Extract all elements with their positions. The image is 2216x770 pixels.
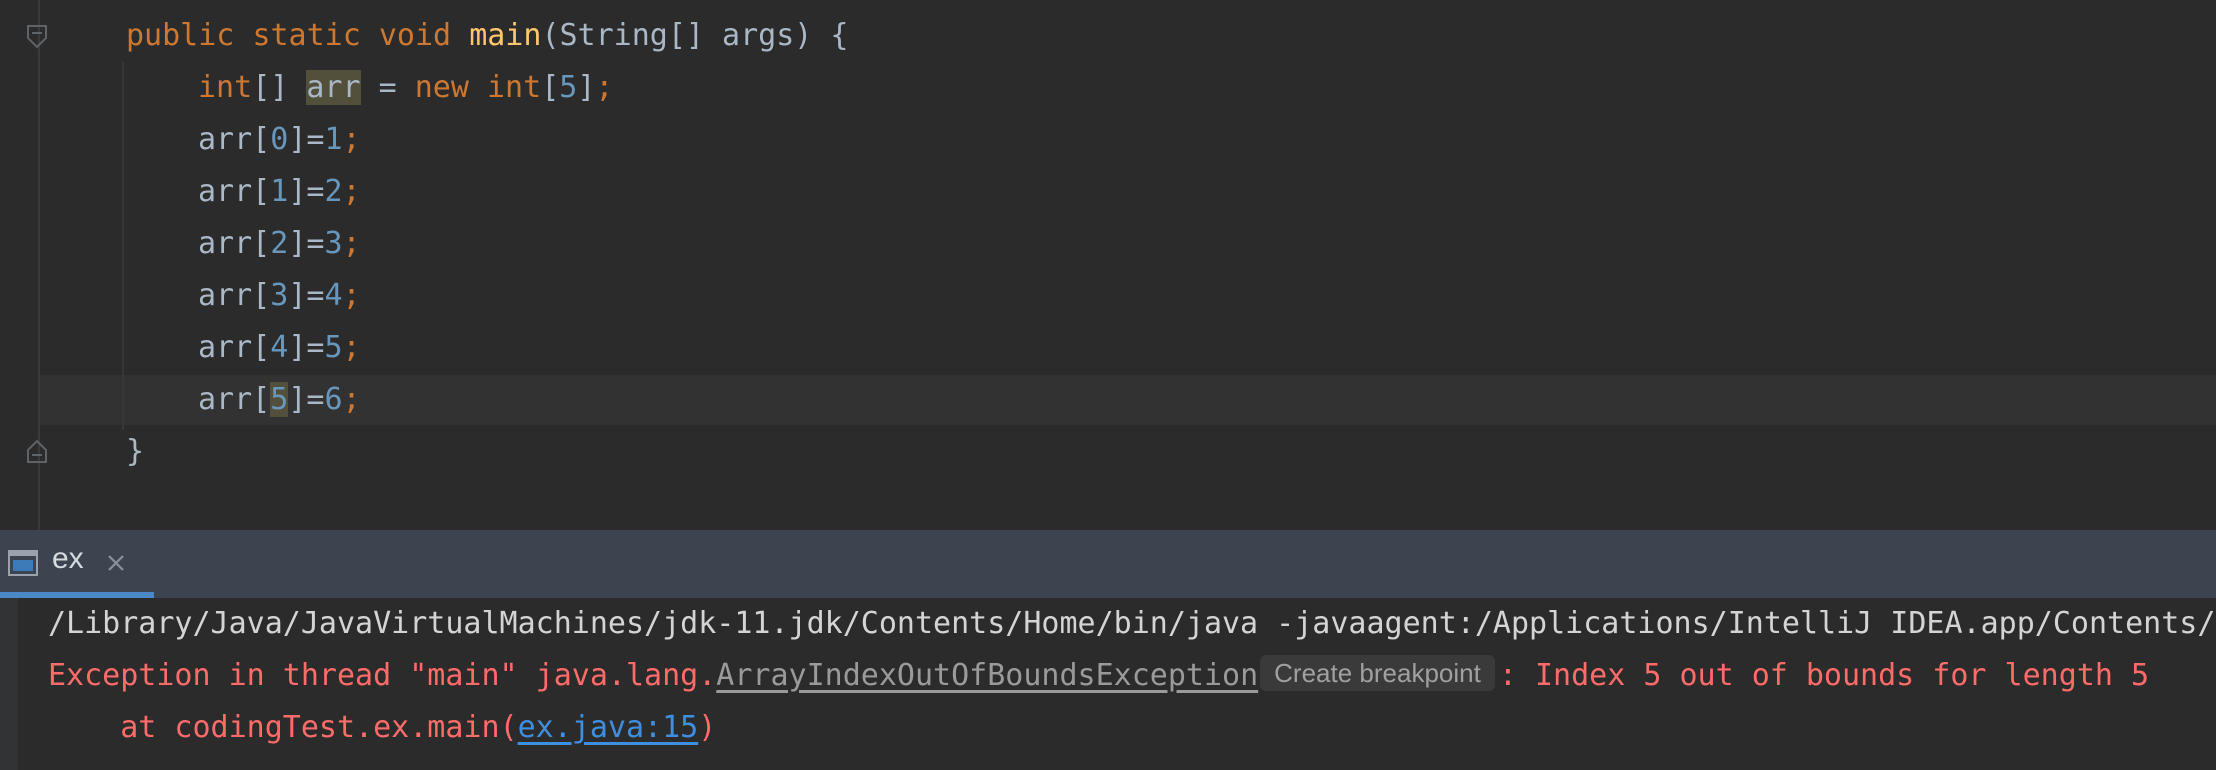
code-line-closing-brace[interactable]: }	[126, 426, 144, 478]
fold-collapse-icon[interactable]	[26, 24, 48, 50]
source-location-link[interactable]: ex.java:15	[518, 710, 699, 745]
assign-operator: =	[360, 70, 415, 105]
run-tool-window: ex /Library/Java/JavaVirtualMachines/jdk…	[0, 530, 2216, 770]
assigned-value: 4	[324, 278, 343, 313]
array-brackets: []	[252, 70, 307, 105]
assigned-value: 5	[324, 330, 343, 365]
array-access: arr[	[198, 278, 271, 313]
run-tab-bar: ex	[0, 530, 2216, 598]
code-line-array-declaration[interactable]: int[] arr = new int[5];	[198, 62, 613, 114]
type-int-2: int	[487, 70, 542, 105]
console-window-icon	[8, 550, 38, 576]
keyword-new: new	[414, 70, 469, 105]
array-index: 0	[270, 122, 289, 157]
assign-op: ]=	[288, 122, 325, 157]
code-line-assignment[interactable]: arr[3]=4;	[198, 270, 361, 322]
indent-guide	[122, 62, 124, 430]
close-bracket: ]	[577, 70, 596, 105]
keyword-public: public	[126, 18, 235, 53]
console-output[interactable]: /Library/Java/JavaVirtualMachines/jdk-11…	[0, 598, 2216, 770]
assign-op: ]=	[288, 226, 325, 261]
stack-frame-suffix: )	[698, 710, 717, 745]
exception-class-link[interactable]: ArrayIndexOutOfBoundsException	[716, 658, 1258, 693]
type-int: int	[198, 70, 253, 105]
array-index: 4	[270, 330, 289, 365]
console-gutter	[0, 598, 18, 770]
fold-end-icon[interactable]	[26, 438, 48, 464]
code-line-assignment-current[interactable]: arr[5]=6;	[198, 374, 361, 426]
code-line-assignment[interactable]: arr[1]=2;	[198, 166, 361, 218]
assign-op: ]=	[288, 278, 325, 313]
semicolon: ;	[342, 226, 361, 261]
code-line-assignment[interactable]: arr[2]=3;	[198, 218, 361, 270]
console-stacktrace-line: at codingTest.ex.main(ex.java:15)	[48, 702, 716, 754]
editor-gutter[interactable]	[0, 0, 47, 530]
assigned-value: 6	[324, 382, 343, 417]
semicolon: ;	[342, 174, 361, 209]
console-command-line: /Library/Java/JavaVirtualMachines/jdk-11…	[48, 606, 2216, 641]
semicolon: ;	[342, 122, 361, 157]
ide-window: public static void main(String[] args) {…	[0, 0, 2216, 770]
array-access: arr[	[198, 330, 271, 365]
semicolon: ;	[342, 382, 361, 417]
array-index-out-of-bounds: 5	[270, 382, 289, 417]
code-line-assignment[interactable]: arr[4]=5;	[198, 322, 361, 374]
console-exception-line: Exception in thread "main" java.lang.Arr…	[48, 650, 2149, 702]
close-icon[interactable]	[104, 551, 128, 575]
semicolon: ;	[595, 70, 614, 105]
assigned-value: 2	[324, 174, 343, 209]
array-index: 2	[270, 226, 289, 261]
array-access: arr[	[198, 122, 271, 157]
assign-op: ]=	[288, 330, 325, 365]
exception-prefix: Exception in thread "main" java.lang.	[48, 658, 717, 693]
method-name: main	[469, 18, 542, 53]
stack-frame-prefix: at codingTest.ex.main(	[48, 710, 518, 745]
tab-label: ex	[52, 542, 84, 575]
closing-brace: }	[126, 434, 145, 469]
keyword-void: void	[378, 18, 452, 53]
method-params: (String[] args) {	[541, 18, 849, 53]
assigned-value: 1	[324, 122, 343, 157]
exception-message: : Index 5 out of bounds for length 5	[1498, 658, 2150, 693]
assigned-value: 3	[324, 226, 343, 261]
array-access: arr[	[198, 174, 271, 209]
code-editor[interactable]: public static void main(String[] args) {…	[0, 0, 2216, 530]
keyword-static: static	[252, 18, 361, 53]
assign-op: ]=	[288, 174, 325, 209]
array-index: 1	[270, 174, 289, 209]
variable-arr-highlighted: arr	[306, 70, 361, 105]
array-index: 3	[270, 278, 289, 313]
create-breakpoint-button[interactable]: Create breakpoint	[1260, 655, 1495, 691]
array-access: arr[	[198, 382, 271, 417]
open-bracket: [	[541, 70, 560, 105]
current-line-highlight	[40, 375, 2216, 425]
code-line-method-signature[interactable]: public static void main(String[] args) {	[126, 10, 848, 62]
semicolon: ;	[342, 330, 361, 365]
semicolon: ;	[342, 278, 361, 313]
array-size: 5	[559, 70, 578, 105]
assign-op: ]=	[288, 382, 325, 417]
tab-run-ex[interactable]: ex	[0, 530, 154, 598]
array-access: arr[	[198, 226, 271, 261]
code-line-assignment[interactable]: arr[0]=1;	[198, 114, 361, 166]
